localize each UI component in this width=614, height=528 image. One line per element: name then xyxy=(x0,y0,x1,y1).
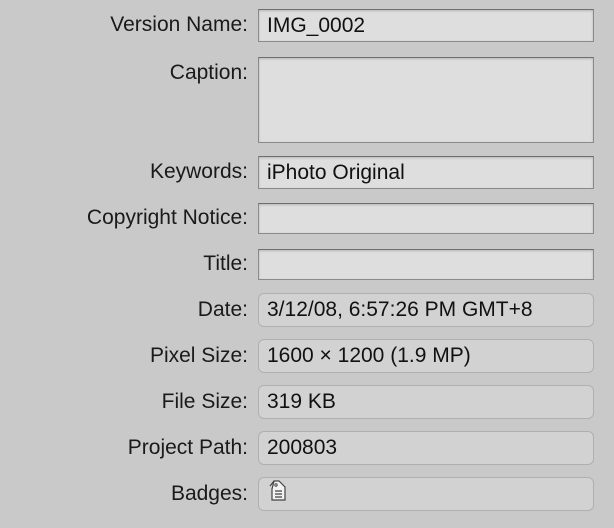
pixel-size-value: 1600 × 1200 (1.9 MP) xyxy=(258,339,594,373)
badges-label: Badges: xyxy=(170,482,248,505)
badges-field xyxy=(258,477,594,511)
copyright-field[interactable] xyxy=(258,203,594,234)
version-name-field[interactable]: IMG_0002 xyxy=(258,9,594,42)
date-label: Date: xyxy=(197,298,248,321)
date-value: 3/12/08, 6:57:26 PM GMT+8 xyxy=(258,293,594,327)
tag-document-icon xyxy=(267,480,287,510)
caption-field[interactable] xyxy=(258,57,594,143)
keywords-label: Keywords: xyxy=(149,160,248,183)
pixel-size-label: Pixel Size: xyxy=(149,344,248,367)
title-field[interactable] xyxy=(258,249,594,280)
project-path-value: 200803 xyxy=(258,431,594,465)
caption-label: Caption: xyxy=(169,61,248,84)
file-size-value: 319 KB xyxy=(258,385,594,419)
project-path-label: Project Path: xyxy=(127,436,248,459)
file-size-label: File Size: xyxy=(161,390,248,413)
version-name-label: Version Name: xyxy=(110,13,248,36)
keywords-field[interactable]: iPhoto Original xyxy=(258,156,594,189)
metadata-panel: Version Name: IMG_0002 Caption: Keywords… xyxy=(0,0,614,528)
copyright-label: Copyright Notice: xyxy=(86,206,248,229)
title-label: Title: xyxy=(203,252,248,275)
